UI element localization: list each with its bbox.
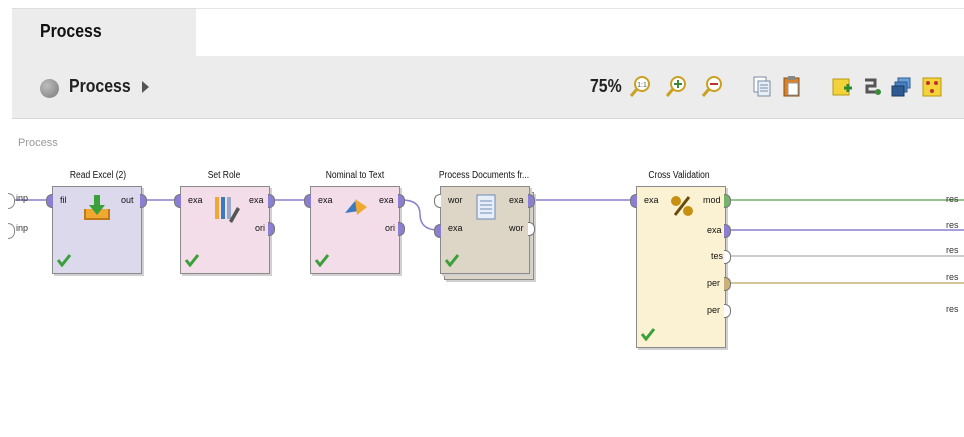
process-docs-exa-input-port[interactable] (434, 224, 441, 238)
document-icon (476, 194, 496, 220)
port-mod: mod (703, 195, 721, 205)
operator-nominal-to-text[interactable]: exa exa ori (310, 186, 400, 274)
port-exa: exa (379, 195, 394, 205)
operator-process-documents[interactable]: wor exa exa wor (440, 186, 530, 274)
port-exa: exa (644, 195, 659, 205)
port-ori: ori (385, 223, 396, 233)
cross-validation-input-port[interactable] (630, 194, 637, 208)
port-exa: exa (707, 225, 722, 235)
success-check-icon (185, 254, 199, 267)
success-check-icon (57, 254, 71, 267)
nominal-to-text-title: Nominal to Text (325, 170, 385, 181)
result-port-label-4: res (946, 272, 959, 282)
port-per: per (707, 305, 721, 315)
port-exa: exa (509, 195, 524, 205)
port-exa: exa (188, 195, 203, 205)
operator-read-excel[interactable]: fil out (52, 186, 142, 274)
result-port-label-3: res (946, 245, 959, 255)
process-input-label-2: inp (16, 223, 29, 233)
read-excel-icon (84, 195, 110, 220)
cross-validation-title: Cross Validation (648, 170, 710, 181)
port-exa: exa (249, 195, 264, 205)
port-wor: wor (448, 195, 463, 205)
port-fil: fil (60, 195, 67, 205)
port-out: out (121, 195, 134, 205)
port-exa: exa (318, 195, 333, 205)
set-role-icon (215, 197, 240, 223)
process-input-label-1: inp (16, 193, 29, 203)
read-excel-input-port[interactable] (46, 194, 53, 208)
percent-icon (671, 196, 693, 216)
nominal-to-text-icon (345, 199, 367, 215)
port-per: per (707, 278, 721, 288)
read-excel-title: Read Excel (2) (69, 170, 127, 181)
nominal-input-port[interactable] (304, 194, 311, 208)
set-role-input-port[interactable] (174, 194, 181, 208)
result-port-label-5: res (946, 304, 959, 314)
set-role-title: Set Role (207, 170, 241, 181)
process-documents-title: Process Documents fr... (438, 170, 530, 181)
result-port-label-2: res (946, 220, 959, 230)
wire-nominal-to-process-docs (401, 199, 439, 231)
port-wor: wor (509, 223, 524, 233)
operator-set-role[interactable]: exa exa ori (180, 186, 270, 274)
port-ori: ori (255, 223, 266, 233)
process-docs-wor-input-port[interactable] (434, 194, 441, 208)
port-exa: exa (448, 223, 463, 233)
success-check-icon (315, 254, 329, 267)
port-tes: tes (711, 251, 724, 261)
result-port-label-1: res (946, 194, 959, 204)
success-check-icon (445, 254, 459, 267)
operator-cross-validation[interactable]: exa mod exa tes per per (636, 186, 726, 348)
success-check-icon (641, 328, 655, 341)
